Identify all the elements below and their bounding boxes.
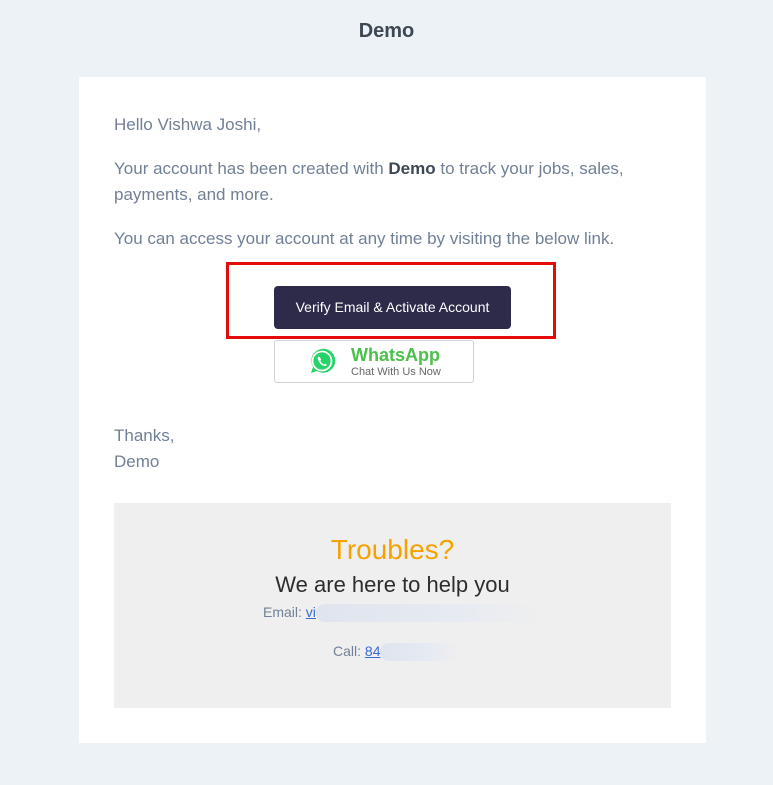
help-subheading: We are here to help you [275, 572, 510, 597]
whatsapp-title: WhatsApp [351, 345, 440, 365]
whatsapp-subtitle: Chat With Us Now [351, 366, 441, 378]
signature-text: Demo [114, 452, 160, 471]
support-phone-link[interactable]: 84 [365, 643, 381, 659]
support-email-link[interactable]: vi [306, 604, 316, 620]
verify-email-button[interactable]: Verify Email & Activate Account [274, 286, 511, 329]
account-created-text: Your account has been created with Demo … [114, 156, 674, 208]
page-title: Demo [358, 20, 415, 42]
access-text: You can access your account at any time … [114, 229, 615, 248]
thanks-text: Thanks, [114, 426, 175, 445]
created-prefix: Your account has been created with [114, 159, 389, 178]
call-label: Call: [333, 643, 365, 659]
email-card: Hello Vishwa Joshi, Your account has bee… [79, 77, 706, 743]
support-email: Email: vi [263, 604, 541, 623]
help-box: Troubles? We are here to help you Email:… [114, 503, 671, 708]
greeting-text: Hello Vishwa Joshi, [114, 115, 262, 134]
redacted-phone [380, 643, 461, 662]
signoff: Thanks, Demo [114, 423, 174, 475]
company-name: Demo [388, 159, 436, 178]
troubles-heading: Troubles? [330, 534, 455, 565]
whatsapp-icon [311, 348, 336, 373]
email-label: Email: [263, 604, 306, 620]
whatsapp-chat-button[interactable]: WhatsApp Chat With Us Now [274, 340, 474, 383]
support-phone: Call: 84 [333, 643, 461, 662]
redacted-email [315, 604, 541, 623]
